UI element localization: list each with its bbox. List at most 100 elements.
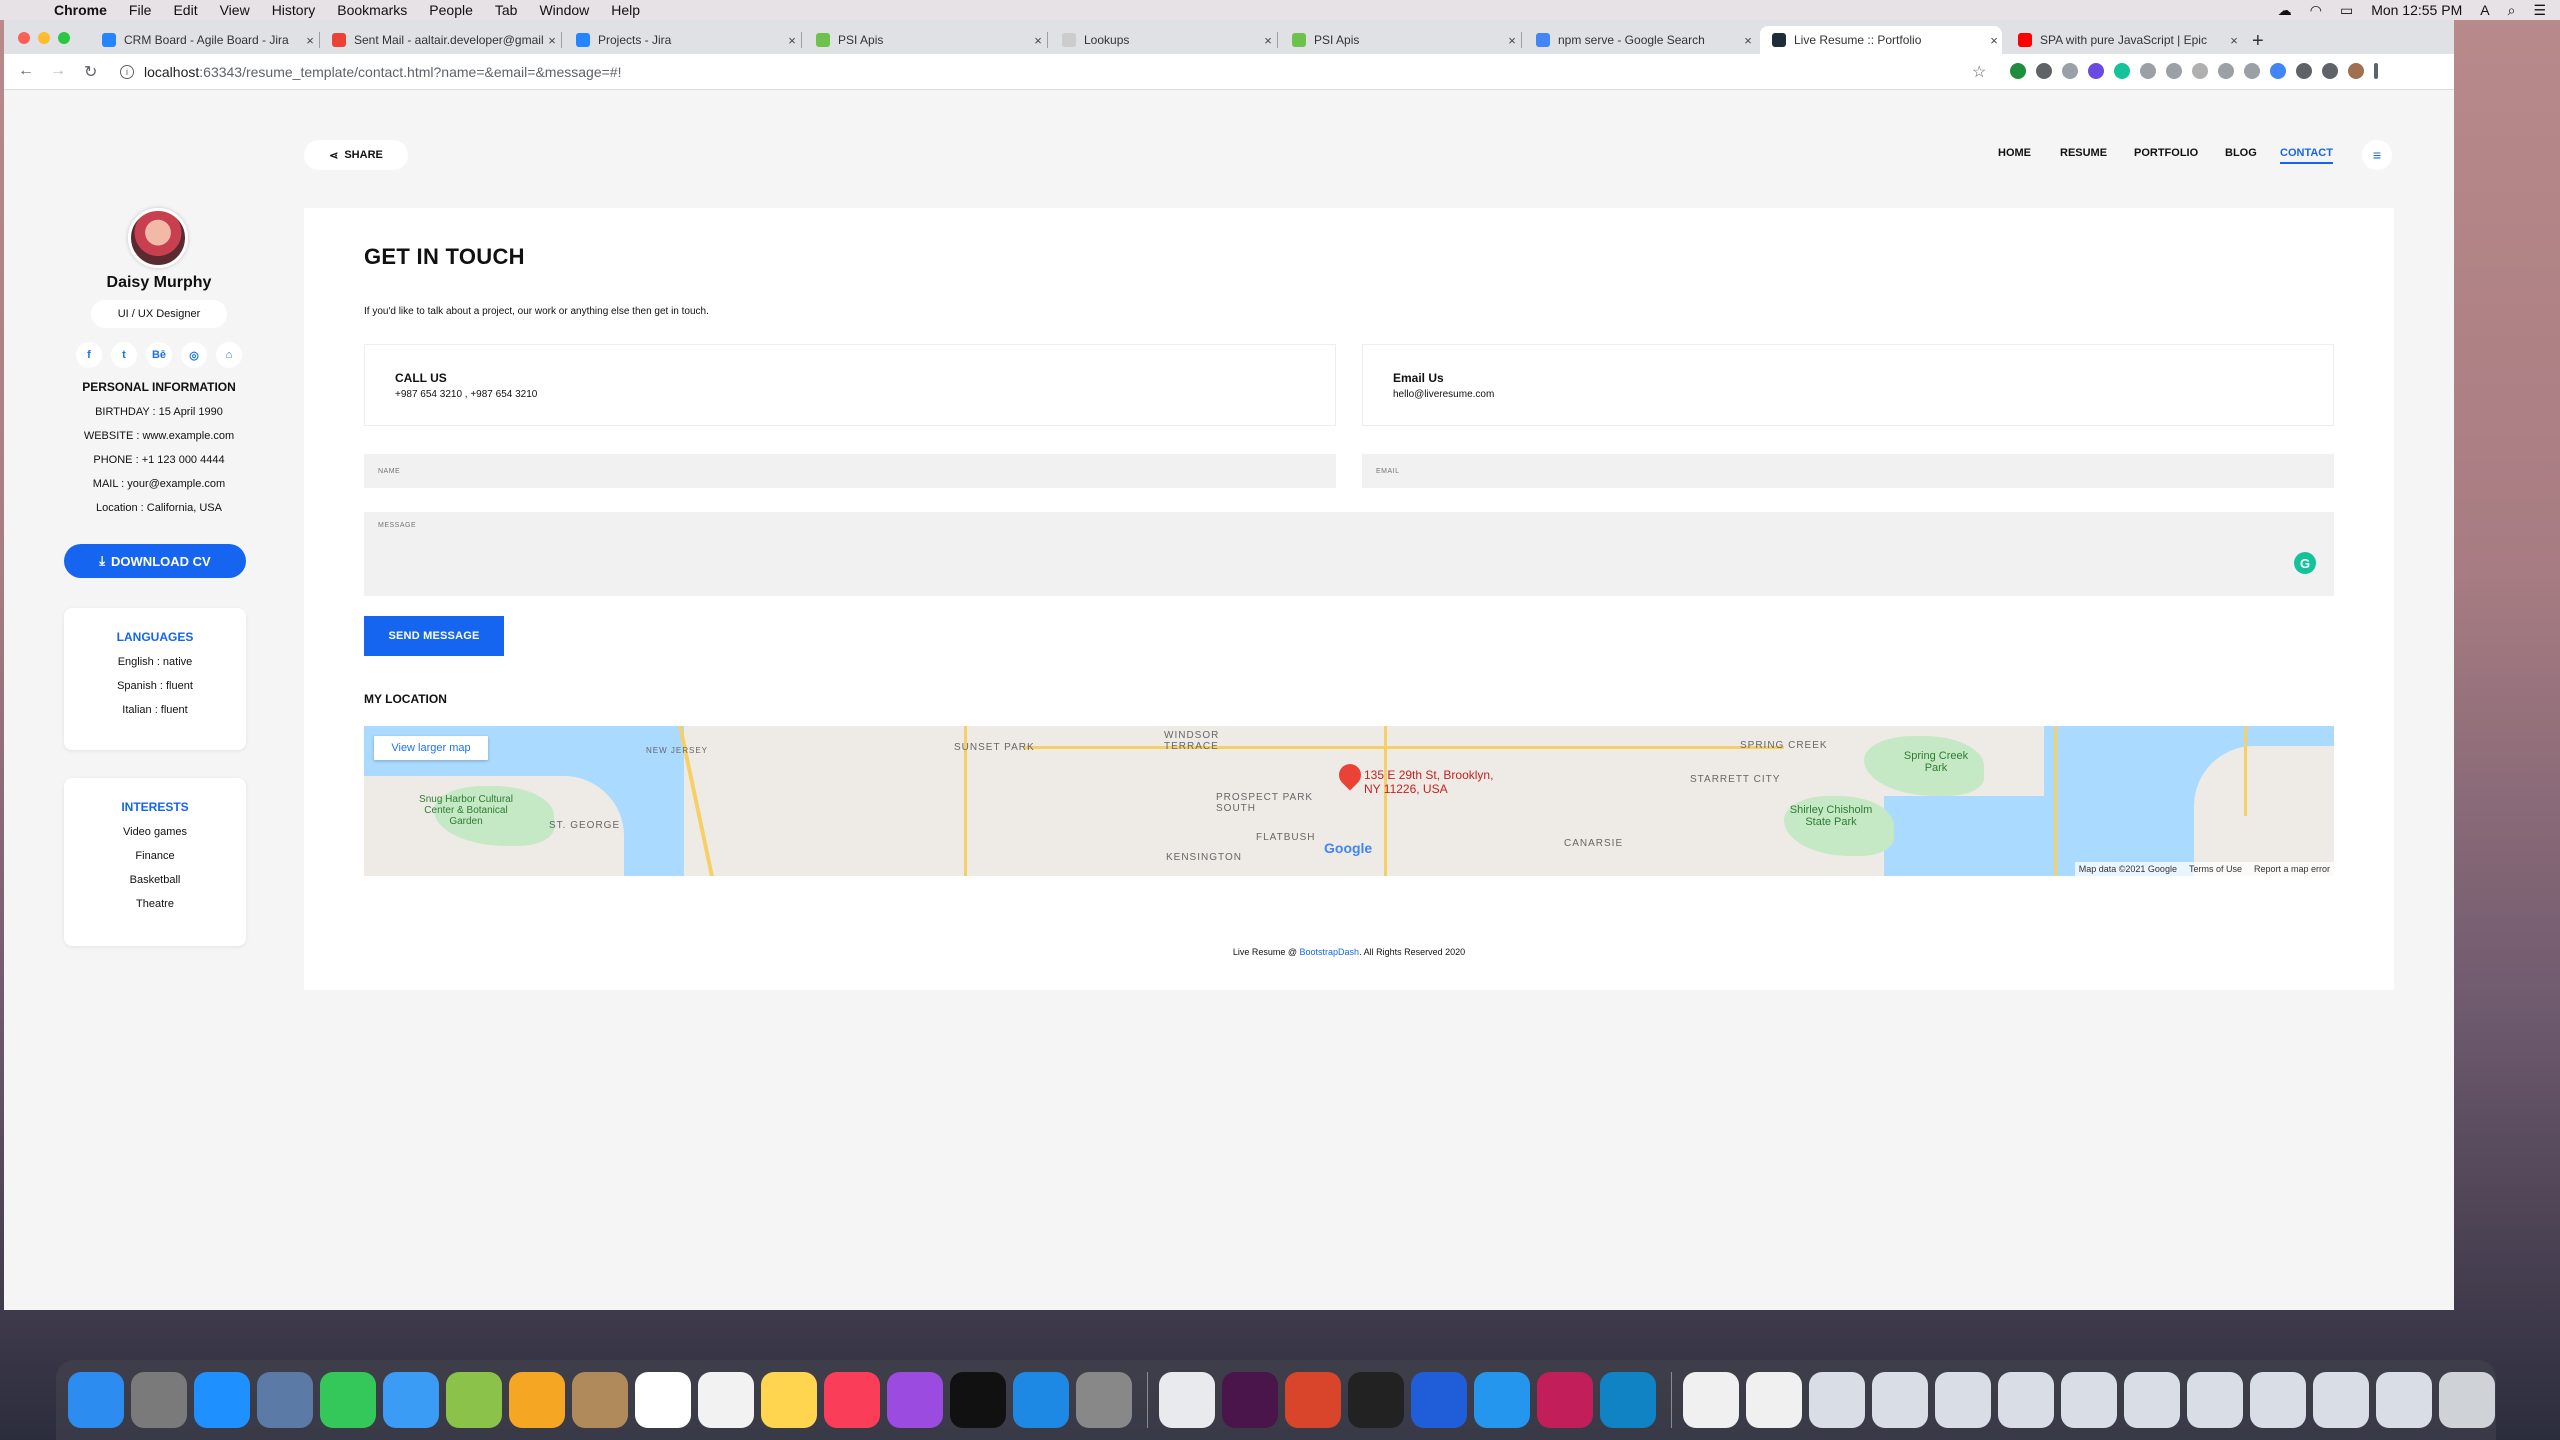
safari-icon[interactable] [194,1372,250,1428]
more-menu-icon[interactable] [2374,63,2378,79]
reminders-icon[interactable] [698,1372,754,1428]
rider-icon[interactable] [1537,1372,1593,1428]
nav-contact[interactable]: CONTACT [2280,147,2333,164]
chrome-icon[interactable] [1159,1372,1215,1428]
back-icon[interactable]: ← [18,62,34,80]
puzzle-icon[interactable] [2296,63,2312,79]
tab-close-icon[interactable]: × [2226,33,2242,48]
tab-close-icon[interactable]: × [1260,33,1276,48]
browser-tab[interactable]: PSI Apis × [1280,26,1520,54]
finder-icon[interactable] [68,1372,124,1428]
browser-tab[interactable]: Sent Mail - aaltair.developer@gmail.com× [320,26,560,54]
window-thumbnail-icon[interactable] [2187,1372,2243,1428]
menu-history[interactable]: History [272,2,316,18]
github-icon[interactable]: ⌂ [216,342,242,368]
bookmark-star-icon[interactable]: ☆ [1972,62,1986,82]
menu-tab[interactable]: Tab [495,2,518,18]
tab-close-icon[interactable]: × [784,33,800,48]
new-tab-button[interactable]: + [2252,30,2264,53]
document-icon[interactable] [1746,1372,1802,1428]
window-thumbnail-icon[interactable] [1872,1372,1928,1428]
extension-icon[interactable] [2036,63,2052,79]
behance-icon[interactable]: Bē [146,342,172,368]
browser-tab[interactable]: npm serve - Google Search × [1524,26,1756,54]
browser-tab[interactable]: Live Resume :: Portfolio × [1760,26,2002,54]
window-thumbnail-icon[interactable] [2061,1372,2117,1428]
slack-icon[interactable] [1222,1372,1278,1428]
nav-home[interactable]: HOME [1998,147,2031,159]
control-center-icon[interactable]: ☰ [2533,2,2546,19]
tab-close-icon[interactable]: × [1030,33,1046,48]
browser-tab[interactable]: PSI Apis × [804,26,1046,54]
clock[interactable]: Mon 12:55 PM [2371,2,2462,18]
tab-close-icon[interactable]: × [1986,33,2002,48]
extension-icon[interactable] [2244,63,2260,79]
maps-icon[interactable] [446,1372,502,1428]
terms-of-use-link[interactable]: Terms of Use [2189,864,2242,874]
extension-icon[interactable] [2218,63,2234,79]
forward-icon[interactable]: → [50,62,66,80]
window-thumbnail-icon[interactable] [1809,1372,1865,1428]
view-larger-map-link[interactable]: View larger map [374,736,488,760]
location-map[interactable]: View larger map SUNSET PARK NEW JERSEY S… [364,726,2334,876]
docker-icon[interactable] [1474,1372,1530,1428]
tab-close-icon[interactable]: × [1740,33,1756,48]
twitter-icon[interactable]: t [111,342,137,368]
extension-icon[interactable] [2062,63,2078,79]
nav-resume[interactable]: RESUME [2060,147,2107,159]
name-input[interactable] [364,454,1336,488]
maximize-window-button[interactable] [58,32,70,44]
photos-icon[interactable] [509,1372,565,1428]
app-store-icon[interactable] [1013,1372,1069,1428]
translate-extension-icon[interactable] [2270,63,2286,79]
preview-icon[interactable] [257,1372,313,1428]
tab-close-icon[interactable]: × [544,33,560,48]
text-input-icon[interactable]: A [2480,2,2489,18]
podcasts-icon[interactable] [887,1372,943,1428]
window-thumbnail-icon[interactable] [2313,1372,2369,1428]
notes-icon[interactable] [761,1372,817,1428]
window-thumbnail-icon[interactable] [2376,1372,2432,1428]
sourcetree-icon[interactable] [1411,1372,1467,1428]
message-textarea[interactable] [364,512,2334,596]
window-thumbnail-icon[interactable] [1935,1372,1991,1428]
menu-people[interactable]: People [429,2,473,18]
window-thumbnail-icon[interactable] [2250,1372,2306,1428]
profile-avatar[interactable] [2348,63,2364,79]
menu-bookmarks[interactable]: Bookmarks [337,2,407,18]
remote-desktop-icon[interactable] [1285,1372,1341,1428]
reload-icon[interactable]: ↻ [84,62,97,82]
close-window-button[interactable] [18,32,30,44]
site-info-icon[interactable]: i [120,65,134,79]
spotlight-icon[interactable]: ⌕ [2508,2,2516,19]
terminal-icon[interactable] [1348,1372,1404,1428]
grammarly-icon[interactable]: G [2294,552,2316,574]
minimize-window-button[interactable] [38,32,50,44]
menu-view[interactable]: View [220,2,250,18]
browser-tab[interactable]: Projects - Jira × [564,26,800,54]
email-input[interactable] [1362,454,2334,488]
grammarly-extension-icon[interactable] [2114,63,2130,79]
extension-icon[interactable] [2140,63,2156,79]
wifi-icon[interactable]: ◠ [2310,2,2322,19]
nav-blog[interactable]: BLOG [2225,147,2257,159]
bootstrapdash-link[interactable]: BootstrapDash [1300,947,1360,957]
address-bar[interactable]: i localhost:63343/resume_template/contac… [120,60,1990,84]
dribbble-icon[interactable]: ◎ [181,342,207,368]
document-icon[interactable] [1683,1372,1739,1428]
facetime-icon[interactable] [320,1372,376,1428]
system-preferences-icon[interactable] [1076,1372,1132,1428]
menu-app[interactable]: Chrome [54,2,107,18]
browser-tab[interactable]: Lookups × [1050,26,1276,54]
reading-list-icon[interactable] [2322,63,2338,79]
extension-icon[interactable] [2088,63,2104,79]
tab-close-icon[interactable]: × [302,33,318,48]
nav-portfolio[interactable]: PORTFOLIO [2134,147,2198,159]
extension-icon[interactable] [2192,63,2208,79]
messages-icon[interactable] [383,1372,439,1428]
launchpad-icon[interactable] [131,1372,187,1428]
browser-tab[interactable]: SPA with pure JavaScript | Epic × [2006,26,2242,54]
menu-help[interactable]: Help [611,2,640,18]
hamburger-menu-button[interactable]: ≡ [2362,140,2392,170]
share-button[interactable]: ⋖ SHARE [304,140,408,170]
